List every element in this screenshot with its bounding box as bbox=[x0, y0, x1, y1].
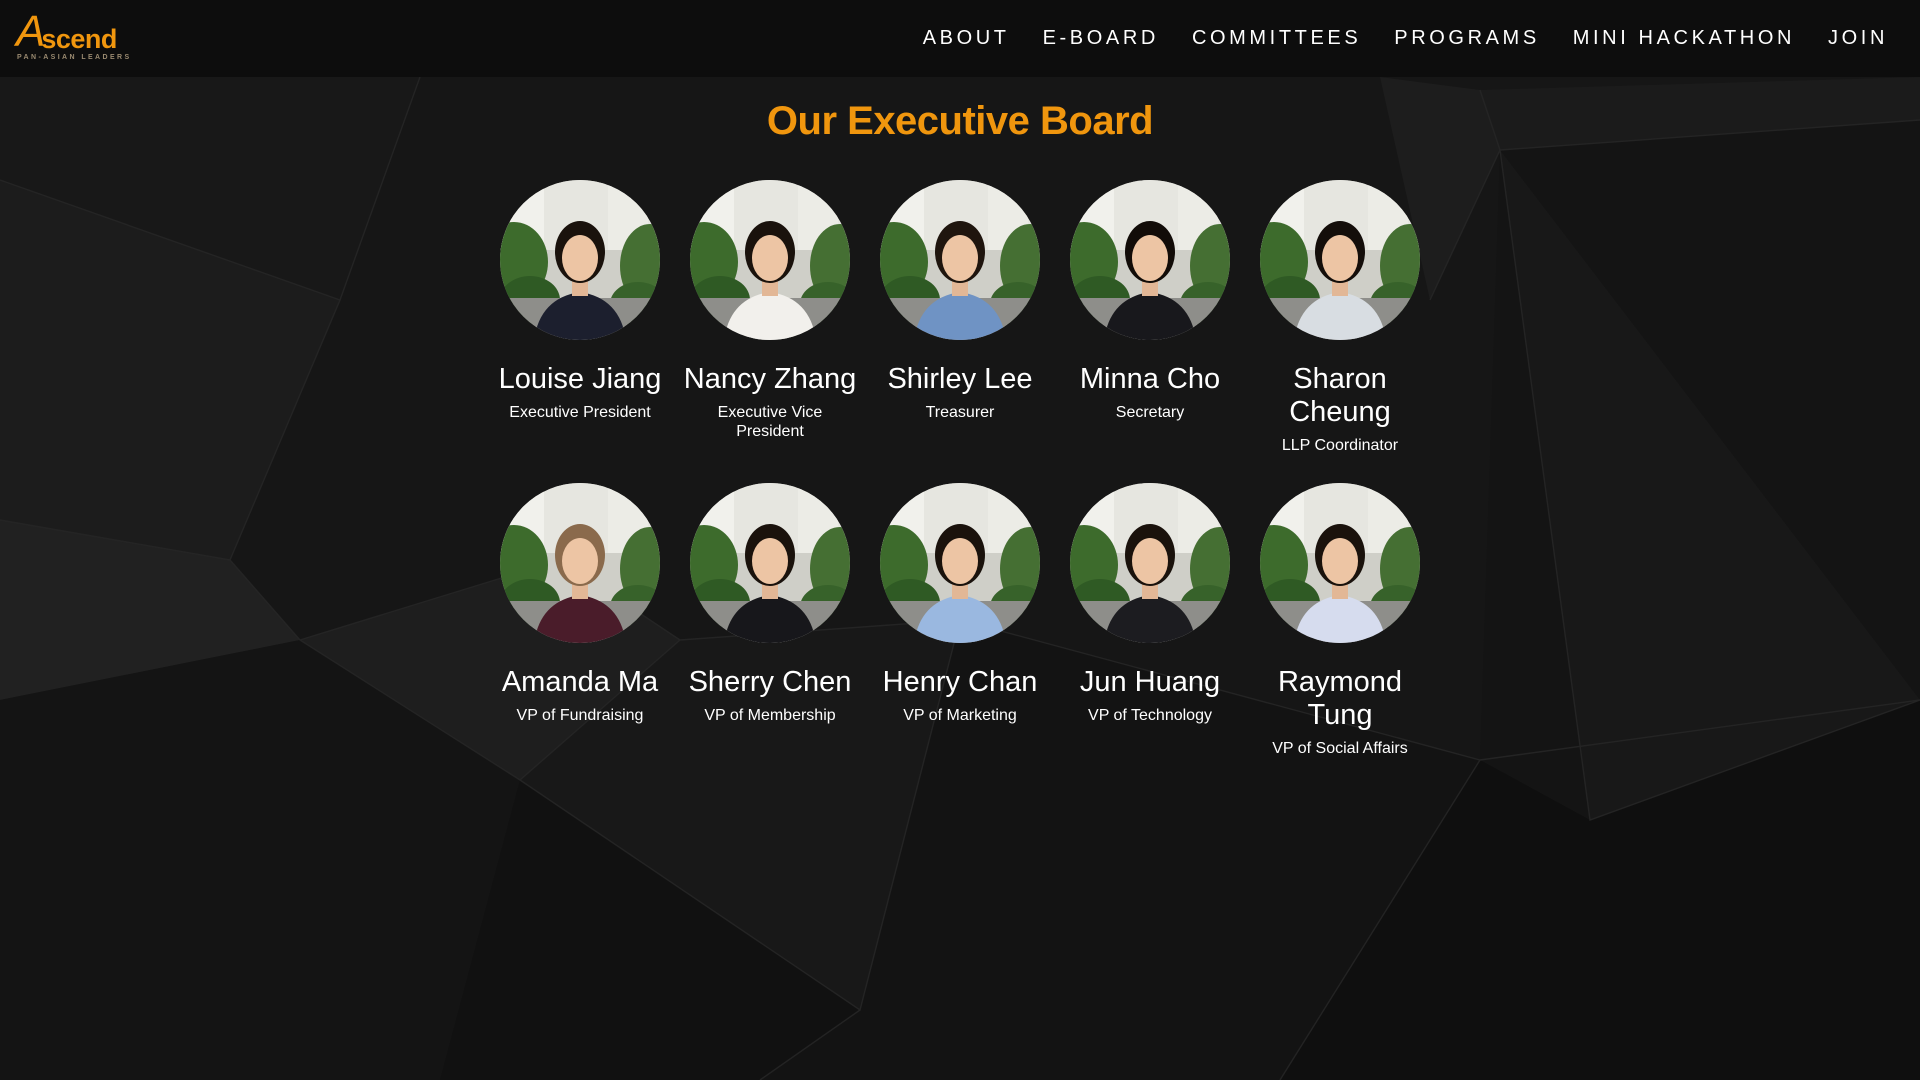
member-role: VP of Technology bbox=[1088, 707, 1212, 724]
member-photo bbox=[690, 483, 850, 643]
page-title: Our Executive Board bbox=[766, 99, 1154, 143]
member-name: Henry Chan bbox=[882, 666, 1038, 698]
logo-letter-a: A bbox=[16, 7, 45, 56]
member-name: Minna Cho bbox=[1079, 363, 1221, 395]
member-name: Raymond Tung bbox=[1277, 666, 1403, 731]
member-role: Executive Vice President bbox=[717, 404, 823, 440]
member-photo bbox=[500, 483, 660, 643]
logo-tagline: PAN-ASIAN LEADERS bbox=[17, 54, 132, 61]
member-card: Louise Jiang Executive President bbox=[492, 180, 668, 422]
navbar: Ascend PAN-ASIAN LEADERS ABOUT E-BOARD C… bbox=[0, 0, 1920, 77]
member-card: Shirley Lee Treasurer bbox=[872, 180, 1048, 422]
member-photo bbox=[880, 180, 1040, 340]
member-role: VP of Fundraising bbox=[516, 707, 644, 724]
member-card: Nancy Zhang Executive Vice President bbox=[682, 180, 858, 441]
member-name: Sherry Chen bbox=[688, 666, 852, 698]
member-card: Jun Huang VP of Technology bbox=[1062, 483, 1238, 725]
nav-link-join[interactable]: JOIN bbox=[1828, 27, 1888, 50]
logo-letters-scend: scend bbox=[41, 24, 117, 54]
member-name: Sharon Cheung bbox=[1289, 363, 1391, 428]
nav-link-committees[interactable]: COMMITTEES bbox=[1192, 27, 1361, 50]
page: Ascend PAN-ASIAN LEADERS ABOUT E-BOARD C… bbox=[0, 0, 1920, 1080]
member-photo bbox=[1260, 483, 1420, 643]
member-card: Sherry Chen VP of Membership bbox=[682, 483, 858, 725]
member-name: Louise Jiang bbox=[498, 363, 662, 395]
nav-link-programs[interactable]: PROGRAMS bbox=[1394, 27, 1539, 50]
member-card: Amanda Ma VP of Fundraising bbox=[492, 483, 668, 725]
member-card: Sharon Cheung LLP Coordinator bbox=[1252, 180, 1428, 455]
nav-link-eboard[interactable]: E-BOARD bbox=[1043, 27, 1159, 50]
nav-links: ABOUT E-BOARD COMMITTEES PROGRAMS MINI H… bbox=[890, 0, 1888, 77]
member-photo bbox=[1260, 180, 1420, 340]
ascend-logo[interactable]: Ascend PAN-ASIAN LEADERS bbox=[16, 7, 129, 66]
member-name: Shirley Lee bbox=[887, 363, 1033, 395]
member-role: Treasurer bbox=[925, 404, 995, 421]
member-role: VP of Marketing bbox=[903, 707, 1017, 724]
member-role: Executive President bbox=[509, 404, 651, 421]
nav-link-mini-hackathon[interactable]: MINI HACKATHON bbox=[1573, 27, 1795, 50]
member-card: Minna Cho Secretary bbox=[1062, 180, 1238, 422]
member-role: Secretary bbox=[1115, 404, 1185, 421]
member-card: Henry Chan VP of Marketing bbox=[872, 483, 1048, 725]
member-photo bbox=[690, 180, 850, 340]
member-role: VP of Membership bbox=[704, 707, 836, 724]
member-photo bbox=[1070, 483, 1230, 643]
member-name: Jun Huang bbox=[1079, 666, 1221, 698]
member-photo bbox=[500, 180, 660, 340]
member-photo bbox=[1070, 180, 1230, 340]
member-photo bbox=[880, 483, 1040, 643]
member-role: VP of Social Affairs bbox=[1272, 740, 1408, 757]
member-name: Amanda Ma bbox=[501, 666, 659, 698]
member-card: Raymond Tung VP of Social Affairs bbox=[1252, 483, 1428, 758]
member-name: Nancy Zhang bbox=[683, 363, 857, 395]
member-role: LLP Coordinator bbox=[1281, 437, 1399, 454]
nav-link-about[interactable]: ABOUT bbox=[923, 27, 1010, 50]
